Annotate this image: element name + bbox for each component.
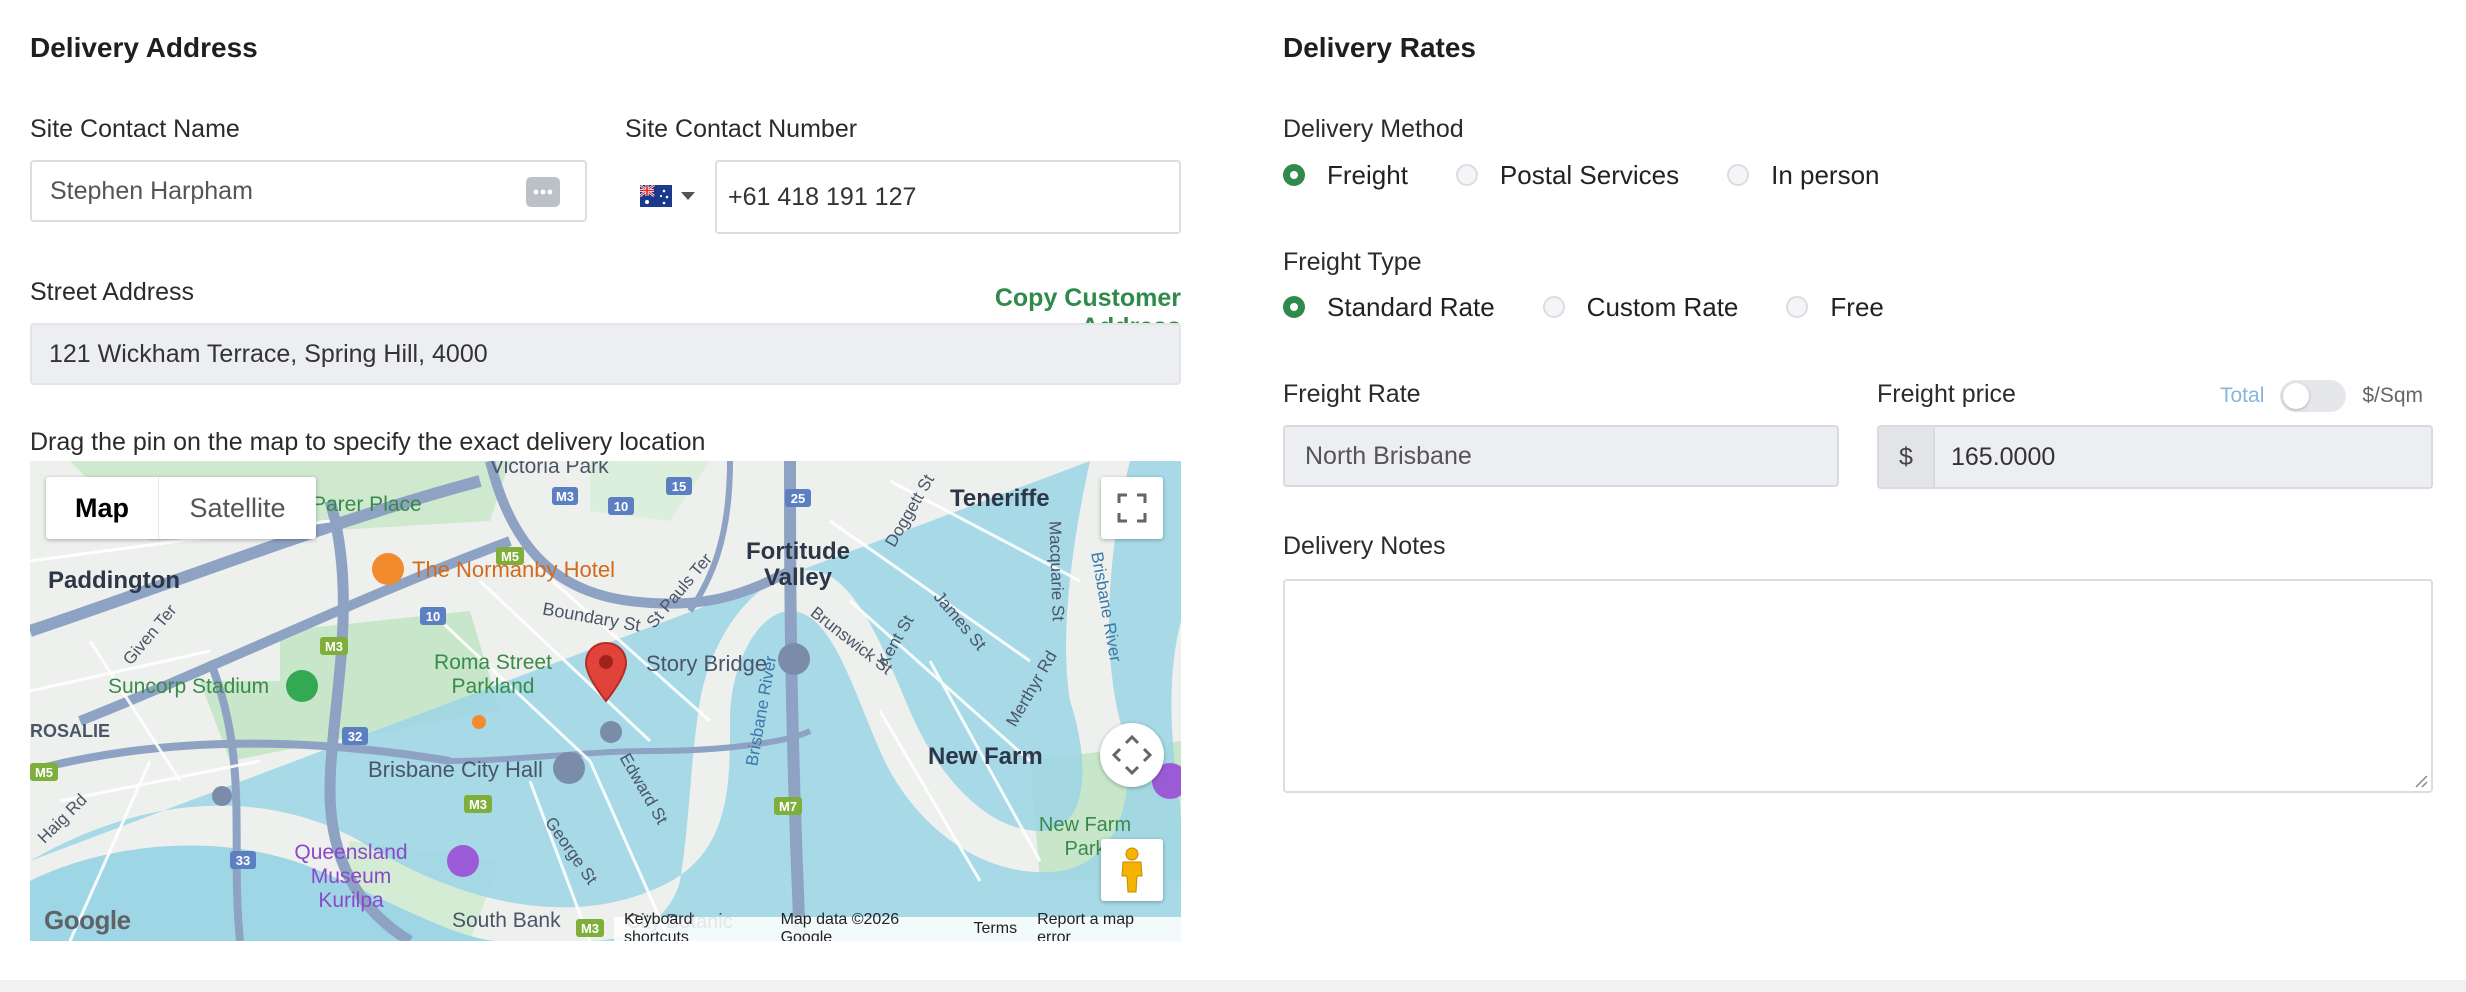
pegman-icon [1121, 847, 1143, 893]
delivery-method-freight-label[interactable]: Freight [1327, 160, 1408, 191]
svg-text:M7: M7 [779, 799, 797, 814]
map-label-paddington: Paddington [48, 567, 180, 594]
price-mode-toggle-group: Total $/Sqm [2220, 380, 2423, 412]
map-label-roma-street-parkland: Roma Street Parkland [434, 651, 552, 698]
delivery-method-label: Delivery Method [1283, 115, 1464, 143]
pan-control[interactable] [1100, 723, 1164, 787]
terms-link[interactable]: Terms [964, 920, 1028, 938]
freight-type-standard-label[interactable]: Standard Rate [1327, 292, 1495, 323]
map-tab[interactable]: Map [46, 477, 158, 539]
map-pin-icon[interactable] [584, 641, 628, 703]
report-map-error-link[interactable]: Report a map error [1027, 911, 1181, 941]
map-label-macquarie-st: Macquarie St [1045, 520, 1068, 622]
australia-flag-icon [640, 185, 672, 207]
delivery-location-map[interactable]: M3 10 15 25 M5 10 M3 32 M5 M3 33 M7 M3 V… [30, 461, 1181, 941]
map-footer: Keyboard shortcuts Map data ©2026 Google… [614, 911, 1181, 941]
street-address-input[interactable]: 121 Wickham Terrace, Spring Hill, 4000 [30, 323, 1181, 385]
svg-text:M3: M3 [556, 489, 574, 504]
toggle-sqm-label: $/Sqm [2362, 384, 2424, 407]
site-contact-name-label: Site Contact Name [30, 115, 240, 143]
street-view-button[interactable] [1101, 839, 1163, 901]
freight-type-free-label[interactable]: Free [1830, 292, 1883, 323]
site-contact-number-value: +61 418 191 127 [728, 182, 917, 211]
freight-type-custom-radio[interactable] [1542, 296, 1565, 318]
map-label-suncorp-stadium: Suncorp Stadium [108, 675, 270, 698]
freight-price-label: Freight price [1877, 380, 2016, 408]
svg-text:25: 25 [791, 491, 805, 506]
map-label-story-bridge: Story Bridge [646, 651, 768, 676]
delivery-method-in-person-radio[interactable] [1727, 164, 1750, 186]
page-footer-bar [0, 980, 2466, 992]
freight-type-group: Standard Rate Custom Rate Free [1283, 291, 1884, 323]
map-label-fortitude-valley: Fortitude Valley [746, 538, 850, 591]
delivery-method-freight-radio[interactable] [1283, 164, 1305, 186]
pan-control-icon [1112, 735, 1152, 775]
google-logo: Google [44, 905, 131, 935]
fullscreen-button[interactable] [1101, 477, 1163, 539]
delivery-address-title: Delivery Address [30, 32, 258, 63]
toggle-total-label: Total [2220, 384, 2265, 407]
freight-type-label: Freight Type [1283, 248, 1422, 276]
svg-text:10: 10 [614, 499, 628, 514]
delivery-method-in-person-label[interactable]: In person [1771, 160, 1879, 191]
svg-text:10: 10 [426, 609, 440, 624]
site-contact-name-value: Stephen Harpham [50, 176, 253, 205]
map-label-new-farm: New Farm [928, 743, 1043, 770]
svg-text:33: 33 [236, 853, 250, 868]
site-contact-name-input[interactable]: Stephen Harpham [30, 160, 587, 222]
delivery-notes-textarea[interactable] [1283, 579, 2433, 793]
svg-text:M3: M3 [581, 921, 599, 936]
svg-text:32: 32 [348, 729, 362, 744]
street-address-value: 121 Wickham Terrace, Spring Hill, 4000 [49, 339, 488, 368]
map-label-normanby-hotel: The Normanby Hotel [412, 557, 615, 582]
map-label-victoria-park: Victoria Park [490, 461, 609, 478]
freight-type-custom-label[interactable]: Custom Rate [1587, 292, 1739, 323]
map-label-teneriffe: Teneriffe [950, 485, 1050, 512]
svg-text:M3: M3 [325, 639, 343, 654]
map-instruction: Drag the pin on the map to specify the e… [30, 428, 706, 456]
fullscreen-icon [1117, 493, 1147, 523]
country-code-select[interactable] [640, 183, 700, 209]
site-contact-number-input[interactable]: +61 418 191 127 [715, 160, 1181, 234]
delivery-rates-title: Delivery Rates [1283, 32, 1477, 63]
street-address-label: Street Address [30, 278, 194, 306]
freight-type-free-radio[interactable] [1786, 296, 1809, 318]
freight-rate-value: North Brisbane [1305, 441, 1472, 470]
currency-prefix: $ [1879, 427, 1935, 487]
map-type-control: Map Satellite [46, 477, 316, 539]
map-label-queensland-museum: Queensland Museum Kurilpa [294, 841, 408, 912]
map-label-rosalie: ROSALIE [30, 721, 111, 741]
map-label-brisbane-city-hall: Brisbane City Hall [368, 757, 543, 782]
svg-text:M3: M3 [469, 797, 487, 812]
freight-price-value: 165.0000 [1951, 442, 2056, 471]
contact-card-icon[interactable] [526, 177, 560, 207]
freight-rate-label: Freight Rate [1283, 380, 1421, 408]
site-contact-number-label: Site Contact Number [625, 115, 858, 143]
freight-price-input[interactable]: $ 165.0000 [1877, 425, 2433, 489]
svg-text:15: 15 [672, 479, 686, 494]
freight-type-standard-radio[interactable] [1283, 296, 1305, 318]
price-mode-toggle[interactable] [2280, 380, 2347, 412]
delivery-method-postal-label[interactable]: Postal Services [1500, 160, 1679, 191]
delivery-notes-label: Delivery Notes [1283, 532, 1446, 560]
chevron-down-icon [681, 192, 695, 200]
map-data-attribution: Map data ©2026 Google [780, 911, 900, 941]
satellite-tab[interactable]: Satellite [158, 477, 316, 539]
delivery-method-group: Freight Postal Services In person [1283, 159, 1880, 191]
map-label-parer-place: Parer Place [312, 493, 422, 516]
svg-text:M5: M5 [35, 765, 53, 780]
map-label-south-bank: South Bank [452, 909, 561, 932]
delivery-method-postal-radio[interactable] [1455, 164, 1478, 186]
keyboard-shortcuts-link[interactable]: Keyboard shortcuts [614, 911, 771, 941]
freight-rate-input[interactable]: North Brisbane [1283, 425, 1839, 487]
resize-handle-icon[interactable] [2412, 772, 2428, 788]
